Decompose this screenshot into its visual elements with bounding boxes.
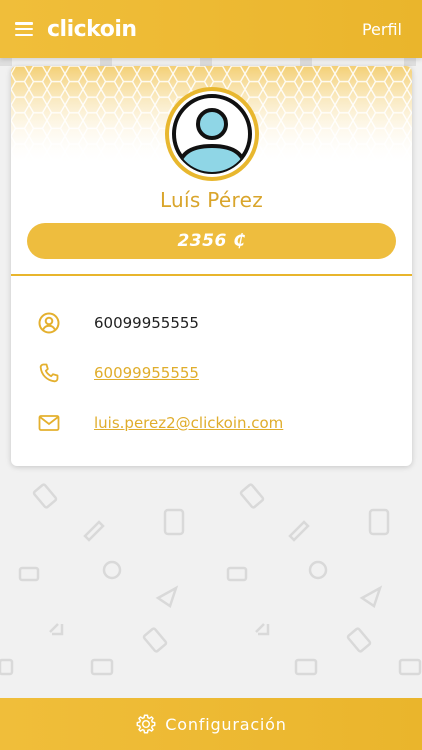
user-avatar-icon (172, 94, 252, 174)
avatar (165, 87, 259, 181)
page-title: Perfil (361, 19, 402, 39)
hamburger-menu-icon[interactable] (15, 20, 37, 38)
id-number-text: 60099955555 (94, 314, 199, 332)
settings-button[interactable]: Configuración (0, 698, 422, 750)
divider (11, 274, 412, 276)
balance-badge: 2356 ₵ (27, 223, 396, 259)
profile-card: Luís Pérez 2356 ₵ 60099955555 6009995555… (11, 66, 412, 466)
contact-row-phone: 60099955555 (11, 348, 412, 398)
profile-name: Luís Pérez (159, 188, 264, 212)
phone-link[interactable]: 60099955555 (94, 364, 199, 382)
profile-header: Luís Pérez 2356 ₵ (11, 66, 412, 276)
settings-label: Configuración (165, 714, 287, 734)
email-link[interactable]: luis.perez2@clickoin.com (94, 414, 283, 432)
app-logo: clickoin (47, 16, 137, 42)
contact-row-id: 60099955555 (11, 298, 412, 348)
contact-list: 60099955555 60099955555 luis.perez2@clic… (11, 298, 412, 448)
mail-icon (37, 411, 61, 435)
user-circle-icon (37, 311, 61, 335)
app-header: clickoin Perfil (0, 0, 422, 58)
contact-row-email: luis.perez2@clickoin.com (11, 398, 412, 448)
phone-icon (37, 361, 61, 385)
gear-icon (136, 714, 156, 734)
